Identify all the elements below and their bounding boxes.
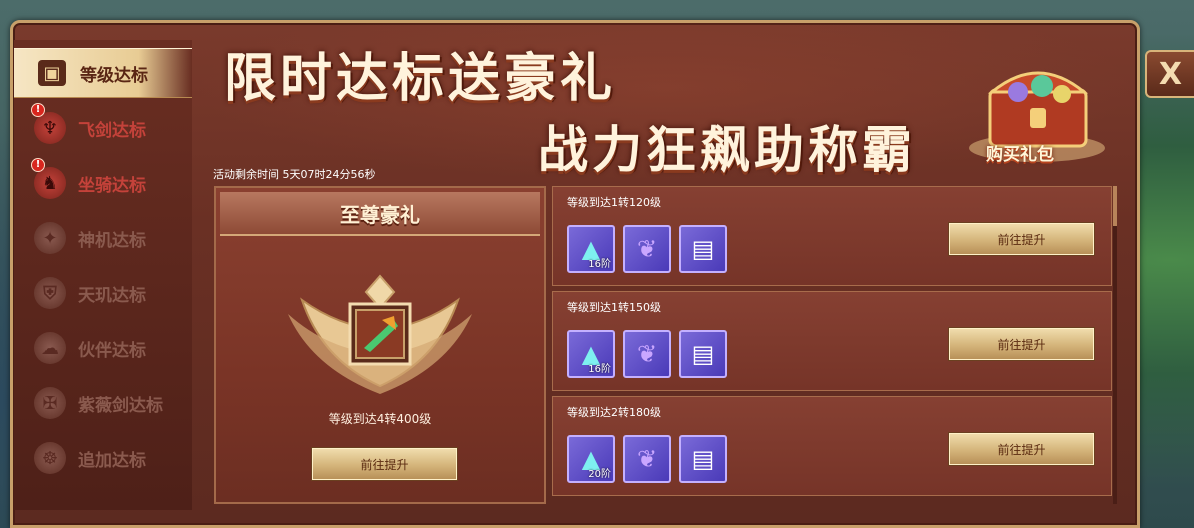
task-requirement: 等级到达2转180级 xyxy=(567,406,661,419)
sidebar-item-label: 追加达标 xyxy=(78,450,146,471)
sidebar-item-label: 伙伴达标 xyxy=(78,340,146,361)
item-level: 20阶 xyxy=(588,469,611,480)
sidebar-item-label: 神机达标 xyxy=(78,230,146,251)
close-icon: X xyxy=(1158,56,1183,92)
sidebar-item-ziwei-sword[interactable]: ✠ 紫薇剑达标 xyxy=(14,378,192,428)
task-row: 等级到达2转180级 ▲ 20阶 ❦ ▤ 前往提升 xyxy=(552,396,1112,496)
task-requirement: 等级到达1转150级 xyxy=(567,301,661,314)
item-level: 16阶 xyxy=(588,259,611,270)
gauntlet-icon[interactable]: ▲ 20阶 xyxy=(567,435,615,483)
go-upgrade-button[interactable]: 前往提升 xyxy=(949,223,1094,255)
armor-icon[interactable]: ▲ 16阶 xyxy=(567,330,615,378)
sidebar-item-label: 紫薇剑达标 xyxy=(78,395,163,416)
wing-icon[interactable]: ❦ xyxy=(623,435,671,483)
go-upgrade-button[interactable]: 前往提升 xyxy=(949,328,1094,360)
supreme-gift-card: 至尊豪礼 等级到达4转400级 前往提升 xyxy=(214,186,546,504)
banner-title-line1: 限时达标送豪礼 xyxy=(224,49,617,109)
sidebar-item-label: 飞剑达标 xyxy=(78,120,146,141)
card-icon[interactable]: ▤ xyxy=(679,330,727,378)
category-sidebar: ▣ 等级达标 ! ♆ 飞剑达标 ! ♞ 坐骑达标 ✦ 神机达标 ⛨ 天玑达标 ☁… xyxy=(14,40,192,510)
go-upgrade-button[interactable]: 前往提升 xyxy=(949,433,1094,465)
banner-title-line2: 战力狂飙助称霸 xyxy=(538,121,916,179)
scrollbar-thumb[interactable] xyxy=(1113,186,1117,226)
close-button[interactable]: X xyxy=(1145,50,1194,98)
tianji-icon: ⛨ xyxy=(34,277,66,309)
partner-icon: ☁ xyxy=(34,332,66,364)
sidebar-item-flying-sword[interactable]: ! ♆ 飞剑达标 xyxy=(14,103,192,153)
gift-requirement: 等级到达4转400级 xyxy=(328,412,432,426)
sidebar-item-extra[interactable]: ☸ 追加达标 xyxy=(14,433,192,483)
sidebar-item-shenji[interactable]: ✦ 神机达标 xyxy=(14,213,192,263)
alert-badge: ! xyxy=(31,158,45,172)
card-icon[interactable]: ▤ xyxy=(679,435,727,483)
sidebar-item-partner[interactable]: ☁ 伙伴达标 xyxy=(14,323,192,373)
calendar-icon: ▣ xyxy=(38,60,66,86)
gift-go-upgrade-button[interactable]: 前往提升 xyxy=(312,448,457,480)
buy-gift-pack-label[interactable]: 购买礼包 xyxy=(986,140,1054,165)
sidebar-item-label: 坐骑达标 xyxy=(78,175,146,196)
sidebar-item-label: 天玑达标 xyxy=(78,285,146,306)
alert-badge: ! xyxy=(31,103,45,117)
wing-icon[interactable]: ❦ xyxy=(623,330,671,378)
sidebar-item-label: 等级达标 xyxy=(80,65,148,86)
extra-icon: ☸ xyxy=(34,442,66,474)
task-row: 等级到达1转150级 ▲ 16阶 ❦ ▤ 前往提升 xyxy=(552,291,1112,391)
task-list-scrollbar[interactable] xyxy=(1113,186,1117,504)
shenji-icon: ✦ xyxy=(34,222,66,254)
boots-icon[interactable]: ▲ 16阶 xyxy=(567,225,615,273)
gift-emblem-icon xyxy=(288,274,472,394)
gift-title: 至尊豪礼 xyxy=(220,192,540,236)
task-row: 等级到达1转120级 ▲ 16阶 ❦ ▤ 前往提升 xyxy=(552,186,1112,286)
wing-icon[interactable]: ❦ xyxy=(623,225,671,273)
sidebar-item-mount[interactable]: ! ♞ 坐骑达标 xyxy=(14,158,192,208)
sidebar-item-tianji[interactable]: ⛨ 天玑达标 xyxy=(14,268,192,318)
task-requirement: 等级到达1转120级 xyxy=(567,196,661,209)
item-level: 16阶 xyxy=(588,364,611,375)
ziwei-sword-icon: ✠ xyxy=(34,387,66,419)
sidebar-item-level[interactable]: ▣ 等级达标 xyxy=(14,48,192,98)
event-countdown: 活动剩余时间 5天07时24分56秒 xyxy=(213,168,376,181)
card-icon[interactable]: ▤ xyxy=(679,225,727,273)
